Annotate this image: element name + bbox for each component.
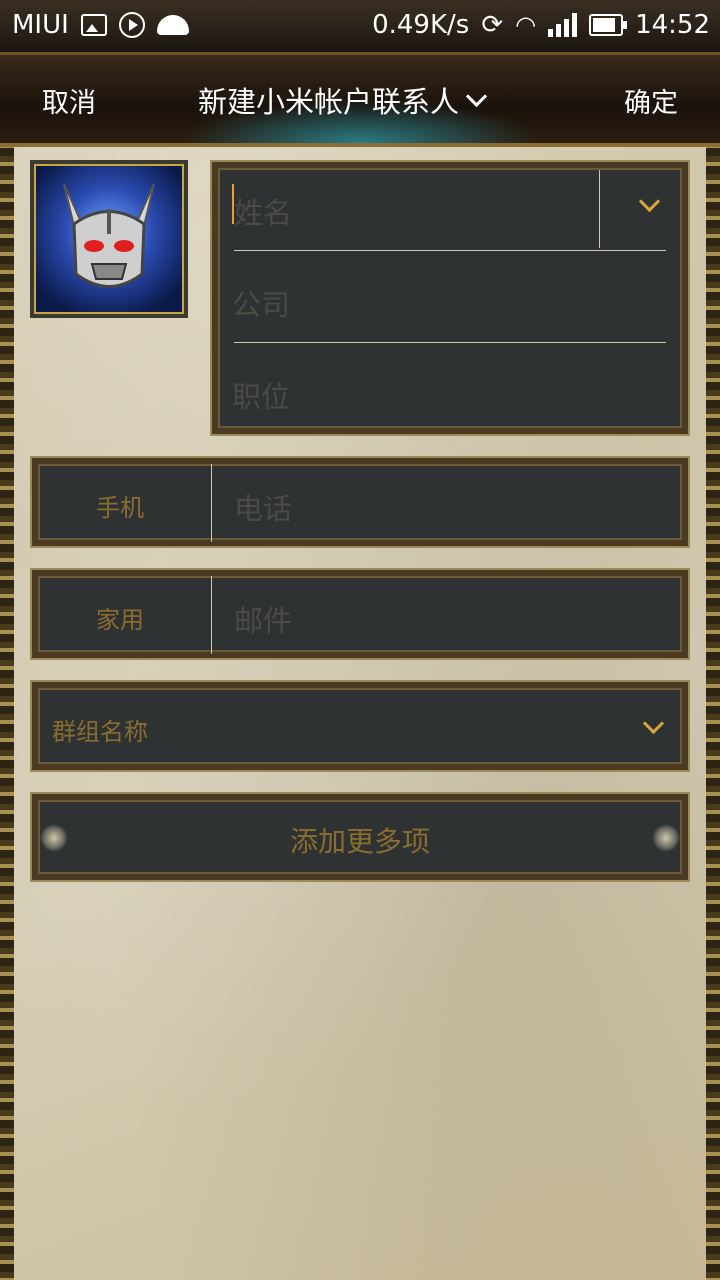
title-bar: 取消 新建小米帐户联系人 确定: [0, 52, 720, 147]
name-panel: 姓名 公司 职位: [210, 160, 690, 436]
account-selector[interactable]: 新建小米帐户联系人: [198, 79, 488, 121]
status-bar: MIUI 0.49K/s ⟳ ◠ 14:52: [0, 0, 720, 52]
position-input[interactable]: 职位: [232, 374, 290, 416]
phone-type-selector[interactable]: 手机: [96, 488, 144, 523]
network-speed: 0.49K/s: [372, 10, 470, 40]
divider: [211, 464, 212, 542]
clock: 14:52: [635, 10, 710, 40]
page-title: 新建小米帐户联系人: [198, 85, 460, 119]
cancel-button[interactable]: 取消: [42, 81, 96, 120]
android-notification-icon: [156, 15, 189, 35]
divider: [599, 170, 600, 248]
expand-name-icon[interactable]: [638, 190, 661, 213]
battery-icon: [589, 14, 628, 36]
phone-row: 手机 电话: [30, 456, 690, 548]
email-type-selector[interactable]: 家用: [96, 600, 144, 635]
name-input[interactable]: 姓名: [234, 190, 292, 232]
email-row: 家用 邮件: [30, 568, 690, 660]
email-input[interactable]: 邮件: [234, 598, 292, 640]
play-notification-icon: [118, 12, 145, 38]
phone-input[interactable]: 电话: [234, 486, 292, 528]
right-border-decoration: [706, 138, 720, 1280]
add-more-label: 添加更多项: [289, 825, 430, 858]
chevron-down-icon: [465, 85, 488, 107]
divider: [234, 250, 666, 251]
wifi-icon: ◠: [515, 11, 537, 39]
signal-icon: [548, 13, 578, 37]
sync-icon: ⟳: [481, 10, 504, 40]
left-border-decoration: [0, 138, 14, 1280]
add-more-button[interactable]: 添加更多项: [30, 792, 690, 882]
company-input[interactable]: 公司: [232, 282, 290, 324]
divider: [211, 576, 212, 654]
group-label: 群组名称: [52, 718, 148, 746]
carrier-label: MIUI: [12, 10, 69, 40]
contact-avatar[interactable]: [30, 160, 188, 318]
confirm-button[interactable]: 确定: [624, 81, 678, 120]
group-selector[interactable]: 群组名称: [30, 680, 690, 772]
image-notification-icon: [80, 14, 107, 36]
helmet-icon: [63, 183, 155, 288]
divider: [234, 342, 666, 343]
chevron-down-icon: [642, 712, 665, 735]
